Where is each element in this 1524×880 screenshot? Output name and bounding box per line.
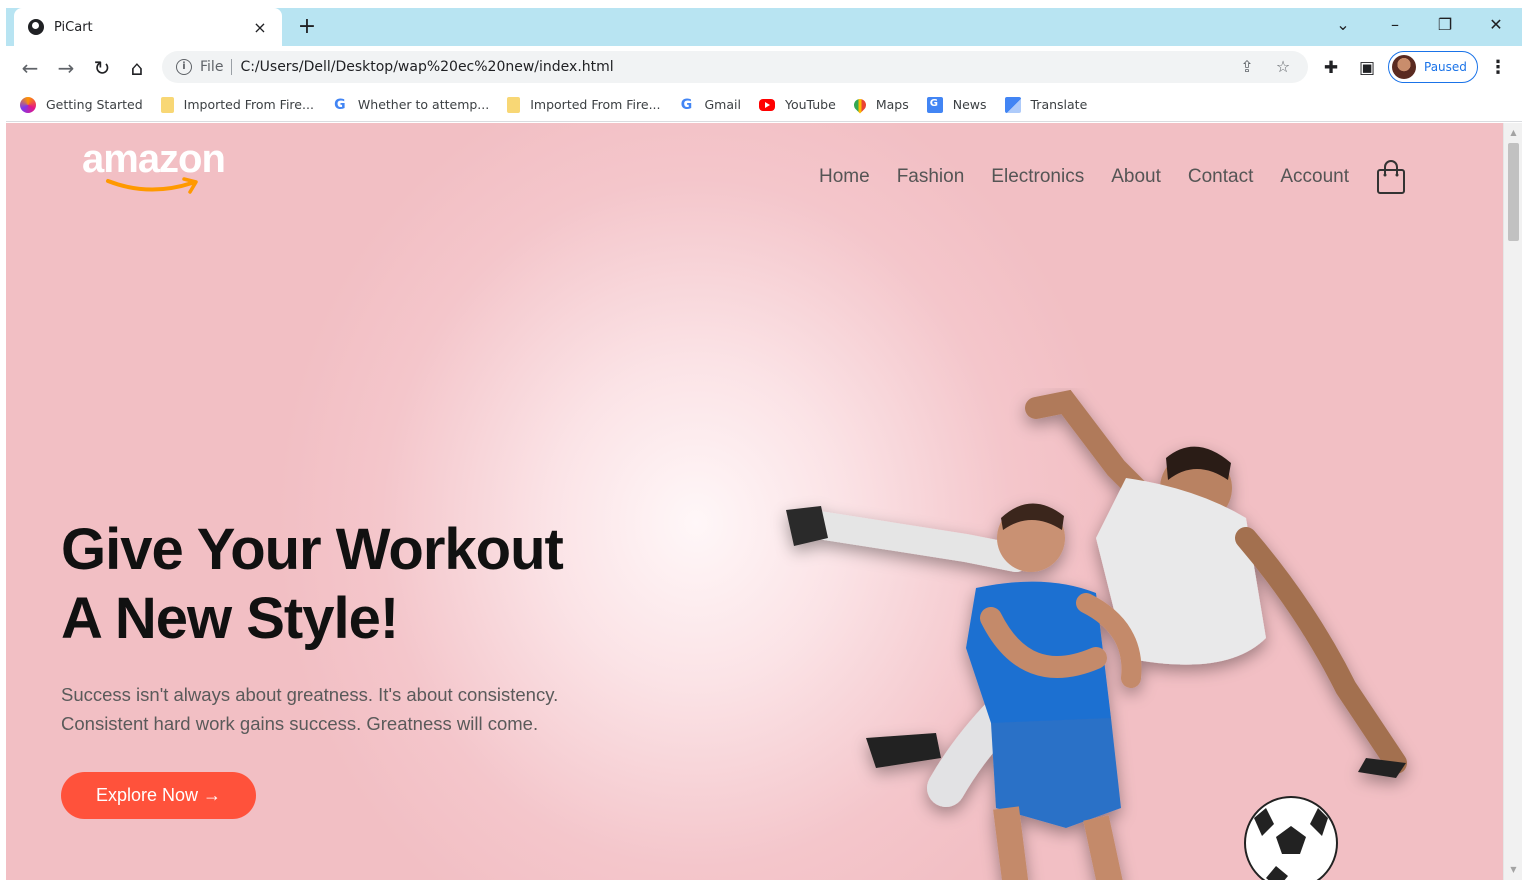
tab-title: PiCart: [54, 19, 93, 35]
youtube-icon: [758, 98, 775, 111]
scroll-up-arrow-icon[interactable]: ▲: [1504, 125, 1523, 141]
firefox-icon: [20, 96, 36, 113]
home-icon[interactable]: ⌂: [123, 54, 151, 82]
bookmark-gmail[interactable]: G Gmail: [679, 97, 741, 113]
back-arrow-icon[interactable]: ←: [16, 54, 44, 82]
url-text[interactable]: C:/Users/Dell/Desktop/wap%20ec%20new/ind…: [240, 59, 1236, 75]
google-icon: G: [680, 96, 693, 113]
hero-title: Give Your Workout A New Style!: [61, 515, 701, 653]
profile-button[interactable]: Paused: [1388, 51, 1478, 83]
tab-strip: PiCart × + ⌄ – ❐ ✕: [0, 0, 1524, 46]
nav-electronics[interactable]: Electronics: [991, 166, 1084, 188]
share-icon[interactable]: ⇪: [1236, 56, 1258, 78]
logo-smile-icon: [106, 177, 198, 194]
profile-status: Paused: [1424, 60, 1467, 74]
explore-now-button[interactable]: Explore Now →: [61, 772, 256, 819]
bookmark-youtube[interactable]: YouTube: [758, 97, 836, 112]
bookmark-whether-to-attempt[interactable]: G Whether to attemp...: [332, 97, 489, 113]
extensions-puzzle-icon[interactable]: ✚: [1319, 56, 1343, 80]
nav-home[interactable]: Home: [819, 166, 870, 188]
star-icon[interactable]: ☆: [1272, 56, 1294, 78]
tab-close-icon[interactable]: ×: [250, 18, 270, 37]
info-icon[interactable]: i: [176, 59, 192, 75]
menu-kebab-icon[interactable]: ⋮: [1486, 54, 1510, 82]
nav-account[interactable]: Account: [1280, 166, 1349, 188]
browser-tab-active[interactable]: PiCart ×: [14, 8, 282, 46]
nav-fashion[interactable]: Fashion: [897, 166, 965, 188]
hero-subtitle: Success isn't always about greatness. It…: [61, 680, 661, 738]
bookmark-imported-folder-1[interactable]: Imported From Fire...: [160, 96, 314, 113]
tab-search-button[interactable]: ⌄: [1328, 12, 1358, 38]
close-window-button[interactable]: ✕: [1481, 12, 1511, 38]
reload-icon[interactable]: ↻: [88, 54, 116, 82]
bookmark-imported-folder-2[interactable]: Imported From Fire...: [507, 96, 661, 113]
bookmark-getting-started[interactable]: Getting Started: [20, 96, 143, 113]
shopping-bag-icon[interactable]: [1376, 159, 1406, 195]
nav-about[interactable]: About: [1111, 166, 1161, 188]
browser-toolbar: ← → ↻ ⌂ i File C:/Users/Dell/Desktop/wap…: [6, 46, 1522, 88]
nav-contact[interactable]: Contact: [1188, 166, 1253, 188]
scrollbar-thumb[interactable]: [1508, 143, 1519, 241]
restore-button[interactable]: ❐: [1430, 12, 1460, 38]
bookmark-news[interactable]: News: [926, 96, 987, 113]
news-icon: [926, 96, 943, 113]
avatar: [1392, 55, 1416, 79]
amazon-logo[interactable]: amazon: [82, 137, 232, 197]
bookmark-translate[interactable]: Translate: [1004, 96, 1087, 113]
page-scrollbar[interactable]: ▲ ▼: [1503, 123, 1522, 880]
url-scheme: File: [200, 59, 233, 75]
football-players-image: [786, 389, 1407, 880]
maps-icon: [851, 96, 869, 113]
google-icon: G: [334, 96, 346, 113]
address-bar[interactable]: i File C:/Users/Dell/Desktop/wap%20ec%20…: [162, 51, 1308, 83]
page-viewport: amazon Home Fashion Electronics About Co…: [6, 123, 1503, 880]
forward-arrow-icon[interactable]: →: [52, 54, 80, 82]
hero-subtitle-line-2: Consistent hard work gains success. Grea…: [61, 713, 539, 734]
hero-title-line-1: Give Your Workout: [61, 517, 564, 582]
folder-icon: [160, 96, 174, 113]
side-panel-icon[interactable]: ▣: [1355, 56, 1379, 80]
folder-icon: [507, 96, 521, 113]
new-tab-button[interactable]: +: [294, 14, 320, 40]
bookmark-maps[interactable]: Maps: [851, 96, 909, 113]
globe-icon: [28, 19, 44, 35]
hero-title-line-2: A New Style!: [61, 586, 399, 651]
translate-icon: [1004, 96, 1021, 113]
bookmarks-bar: Getting Started Imported From Fire... G …: [6, 88, 1522, 122]
scroll-down-arrow-icon[interactable]: ▼: [1504, 862, 1523, 878]
minimize-button[interactable]: –: [1380, 12, 1410, 38]
main-nav: Home Fashion Electronics About Contact A…: [819, 159, 1406, 195]
hero-subtitle-line-1: Success isn't always about greatness. It…: [61, 684, 559, 705]
